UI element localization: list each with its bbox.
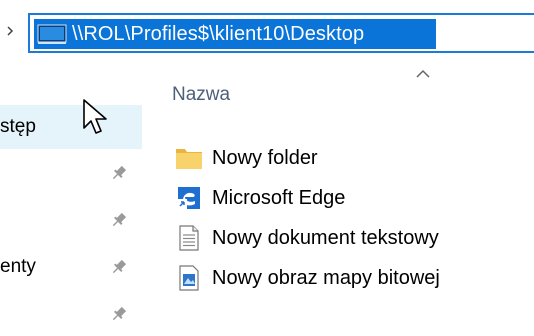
- nav-item-pinned-1[interactable]: [0, 151, 142, 195]
- list-item[interactable]: Nowy obraz mapy bitowej: [172, 258, 534, 298]
- pin-icon[interactable]: [110, 258, 128, 276]
- address-selection: \\ROL\Profiles$\klient10\Desktop: [34, 19, 436, 49]
- network-folder-icon: [36, 22, 68, 46]
- sort-ascending-icon: [416, 69, 430, 78]
- file-name: Microsoft Edge: [212, 186, 346, 209]
- mouse-cursor-icon: [83, 99, 107, 134]
- list-item[interactable]: Microsoft Edge: [172, 178, 534, 218]
- edge-shortcut-icon: [172, 185, 206, 211]
- file-name: Nowy obraz mapy bitowej: [212, 266, 440, 289]
- file-name: Nowy dokument tekstowy: [212, 226, 439, 249]
- column-header-name[interactable]: Nazwa: [172, 84, 230, 106]
- list-item[interactable]: Nowy dokument tekstowy: [172, 218, 534, 258]
- nav-item-label: stęp: [0, 116, 36, 137]
- nav-item-pinned-4[interactable]: [0, 292, 142, 336]
- nav-item-documents[interactable]: enty: [0, 245, 142, 289]
- nav-item-quick-access[interactable]: stęp: [0, 105, 142, 149]
- chevron-right-icon: [7, 26, 14, 36]
- pin-icon[interactable]: [110, 164, 128, 182]
- address-chevron-button[interactable]: [2, 18, 18, 44]
- nav-item-pinned-2[interactable]: [0, 198, 142, 242]
- text-document-icon: [172, 225, 206, 251]
- file-name: Nowy folder: [212, 146, 318, 169]
- list-item[interactable]: Nowy folder: [172, 138, 534, 178]
- folder-icon: [172, 145, 206, 171]
- navigation-pane: stęp enty: [0, 95, 142, 329]
- bitmap-image-icon: [172, 265, 206, 291]
- address-path-text[interactable]: \\ROL\Profiles$\klient10\Desktop: [72, 23, 364, 46]
- address-bar[interactable]: \\ROL\Profiles$\klient10\Desktop: [28, 13, 534, 53]
- nav-item-label: enty: [0, 256, 36, 277]
- pin-icon[interactable]: [110, 305, 128, 323]
- file-list: Nowy folder Microsoft Edge Nowy dokument…: [172, 138, 534, 298]
- pin-icon[interactable]: [110, 211, 128, 229]
